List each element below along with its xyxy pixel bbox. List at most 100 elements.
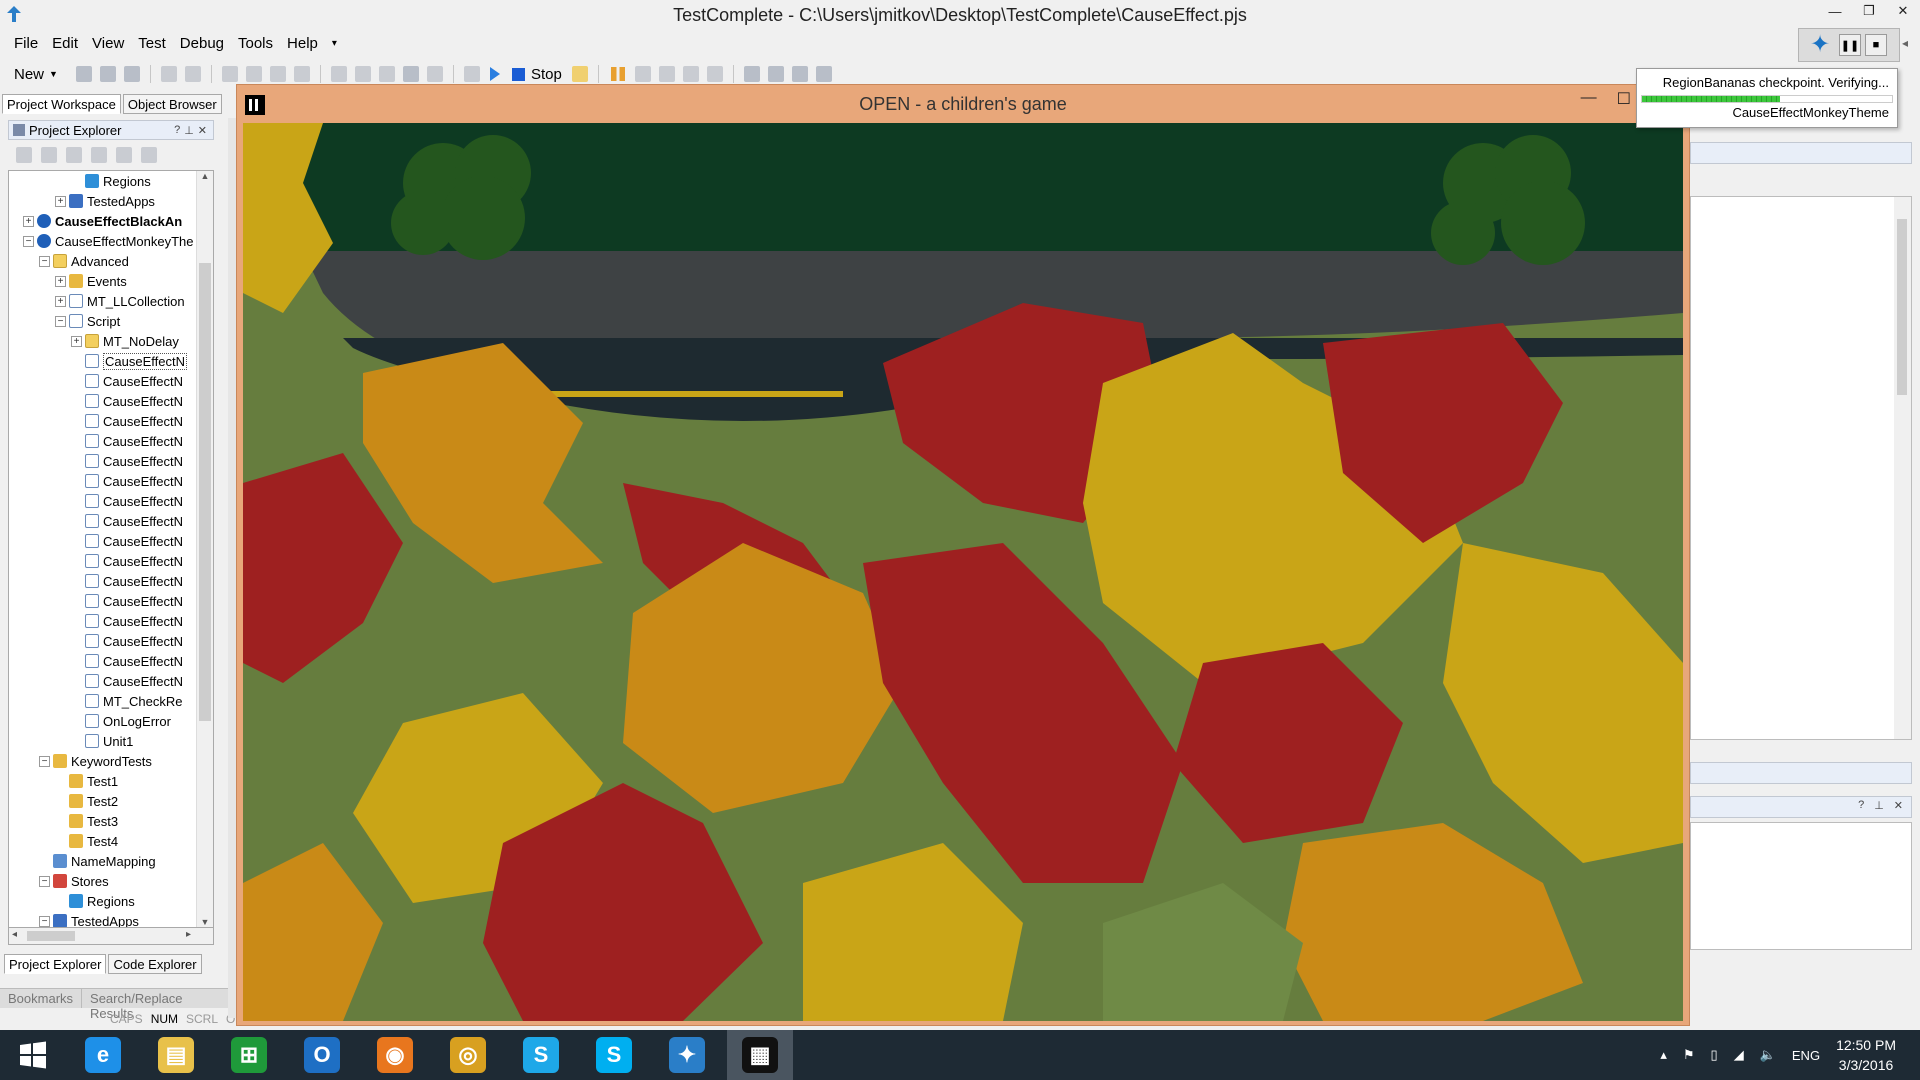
taskbar-app[interactable]: S — [581, 1030, 647, 1080]
menu-tools[interactable]: Tools — [238, 35, 273, 52]
breakpoint-icon[interactable] — [706, 66, 723, 82]
delete-icon[interactable] — [293, 66, 310, 82]
append-record-icon[interactable] — [354, 66, 371, 82]
menu-file[interactable]: File — [14, 35, 38, 52]
maximize-icon[interactable]: ☐ — [1617, 89, 1631, 109]
tree-item[interactable]: − Advanced — [39, 251, 129, 271]
panel-icon[interactable] — [767, 66, 784, 82]
run-icon[interactable] — [489, 67, 500, 81]
cut-icon[interactable] — [221, 66, 238, 82]
clock[interactable]: 12:50 PM 3/3/2016 — [1836, 1035, 1896, 1075]
minimize-icon[interactable]: — — [1581, 89, 1597, 109]
expand-icon[interactable]: + — [55, 195, 66, 207]
tree-item[interactable]: Test1 — [55, 771, 118, 791]
stop-button[interactable]: Stop — [511, 66, 562, 83]
tree-item[interactable]: + TestedApps — [55, 191, 155, 211]
collapse-icon[interactable]: − — [55, 315, 66, 327]
tree-item[interactable]: Test4 — [55, 831, 118, 851]
step-into-icon[interactable] — [634, 66, 651, 82]
power-icon[interactable]: ▯ — [1711, 1047, 1718, 1063]
game-scene[interactable] — [243, 123, 1683, 1021]
add-existing-icon[interactable] — [99, 66, 116, 82]
checkpoint-icon[interactable] — [426, 66, 443, 82]
taskbar-app[interactable]: e — [70, 1030, 136, 1080]
help-icon[interactable]: ? — [1858, 799, 1864, 817]
run-options-icon[interactable] — [463, 66, 480, 82]
menu-overflow-icon[interactable]: ▾ — [332, 38, 337, 49]
menu-help[interactable]: Help — [287, 35, 318, 52]
tab-object-browser[interactable]: Object Browser — [122, 94, 222, 114]
menu-edit[interactable]: Edit — [52, 35, 78, 52]
step-over-icon[interactable] — [658, 66, 675, 82]
collapse-icon[interactable]: − — [39, 255, 50, 267]
right-pane-scrollbar[interactable] — [1894, 197, 1911, 739]
tree-item[interactable]: CauseEffectN — [71, 471, 183, 491]
add-item-icon[interactable] — [75, 66, 92, 82]
save-icon[interactable] — [123, 66, 140, 82]
volume-icon[interactable]: 🔈 — [1760, 1047, 1776, 1063]
new-button[interactable]: New ▼ — [14, 66, 58, 83]
tool-icon[interactable] — [66, 147, 82, 163]
collapse-icon[interactable]: − — [39, 755, 50, 767]
taskbar-app[interactable]: ◉ — [362, 1030, 428, 1080]
scroll-right-icon[interactable]: ▸ — [186, 929, 191, 940]
tree-item[interactable]: CauseEffectN — [71, 531, 183, 551]
tree-item[interactable]: MT_CheckRe — [71, 691, 182, 711]
close-icon[interactable]: ✕ — [198, 124, 207, 137]
close-icon[interactable]: ✕ — [1886, 0, 1920, 22]
tree-item[interactable]: + CauseEffectBlackAn — [23, 211, 182, 231]
tool-icon[interactable] — [91, 147, 107, 163]
tree-item[interactable]: Test2 — [55, 791, 118, 811]
scroll-thumb[interactable] — [27, 931, 75, 941]
tree-vertical-scrollbar[interactable]: ▲ ▼ — [196, 171, 213, 927]
tab-bookmarks[interactable]: Bookmarks — [0, 989, 83, 1008]
tree-item[interactable]: CauseEffectN — [71, 351, 187, 371]
tree-item[interactable]: − CauseEffectMonkeyThe — [23, 231, 194, 251]
taskbar-app[interactable]: ◎ — [435, 1030, 501, 1080]
tree-item[interactable]: CauseEffectN — [71, 631, 183, 651]
menu-debug[interactable]: Debug — [180, 35, 224, 52]
tree-item[interactable]: − Stores — [39, 871, 109, 891]
action-center-icon[interactable]: ⚑ — [1683, 1047, 1695, 1063]
start-button[interactable] — [0, 1030, 66, 1080]
collapse-icon[interactable]: − — [39, 915, 50, 927]
tree-item[interactable]: CauseEffectN — [71, 491, 183, 511]
minimize-icon[interactable]: — — [1818, 0, 1852, 22]
scroll-down-icon[interactable]: ▼ — [197, 917, 213, 927]
scroll-thumb[interactable] — [1897, 219, 1907, 395]
pause-on-error-icon[interactable] — [571, 66, 588, 82]
pin-icon[interactable]: ⊥ — [184, 124, 194, 137]
tab-project-explorer[interactable]: Project Explorer — [4, 954, 107, 974]
network-icon[interactable]: ◢ — [1734, 1047, 1744, 1063]
tree-item[interactable]: − KeywordTests — [39, 751, 152, 771]
show-hidden-icons-icon[interactable]: ▴ — [1660, 1047, 1667, 1063]
menu-test[interactable]: Test — [138, 35, 166, 52]
tree-item[interactable]: Regions — [55, 891, 135, 911]
collapse-icon[interactable]: − — [39, 875, 50, 887]
tree-item[interactable]: − TestedApps — [39, 911, 139, 927]
copy-icon[interactable] — [245, 66, 262, 82]
tree-item[interactable]: CauseEffectN — [71, 571, 183, 591]
panel-icon[interactable] — [815, 66, 832, 82]
close-icon[interactable]: ✕ — [1894, 799, 1903, 817]
tree-item[interactable]: CauseEffectN — [71, 371, 183, 391]
tree-item[interactable]: Test3 — [55, 811, 118, 831]
tab-project-workspace[interactable]: Project Workspace — [2, 94, 121, 114]
tree-item[interactable]: CauseEffectN — [71, 511, 183, 531]
taskbar-app[interactable]: ✦ — [654, 1030, 720, 1080]
tree-item[interactable]: CauseEffectN — [71, 431, 183, 451]
tree-item[interactable]: CauseEffectN — [71, 611, 183, 631]
pause-icon[interactable] — [610, 67, 625, 81]
tree-item[interactable]: CauseEffectN — [71, 551, 183, 571]
expand-icon[interactable]: + — [55, 275, 66, 287]
tree-item[interactable]: CauseEffectN — [71, 591, 183, 611]
scroll-thumb[interactable] — [199, 263, 211, 721]
tree-item[interactable]: + Events — [55, 271, 127, 291]
help-icon[interactable]: ? — [174, 124, 180, 137]
tree-item[interactable]: CauseEffectN — [71, 391, 183, 411]
tree-item[interactable]: CauseEffectN — [71, 451, 183, 471]
game-canvas[interactable] — [243, 123, 1683, 1021]
tree-item[interactable]: Unit1 — [71, 731, 133, 751]
collapse-icon[interactable]: ◂ — [1902, 36, 1912, 62]
stop-icon[interactable]: ■ — [1865, 34, 1887, 56]
